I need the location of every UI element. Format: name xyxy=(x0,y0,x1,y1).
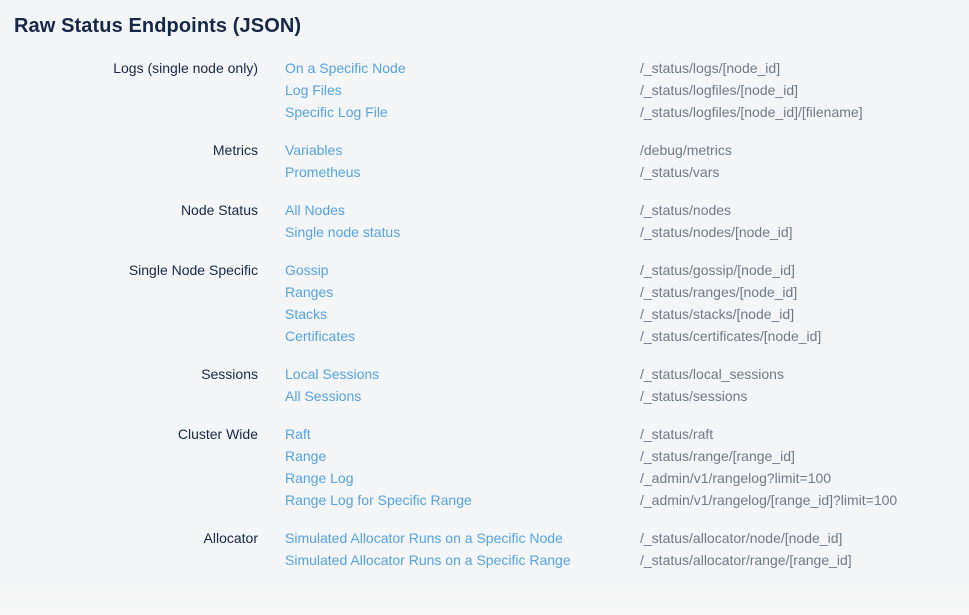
endpoint-path: /_status/gossip/[node_id] xyxy=(640,259,795,281)
endpoint-row: Range Log/_admin/v1/rangelog?limit=100 xyxy=(285,467,969,489)
endpoint-link[interactable]: Certificates xyxy=(285,325,640,347)
endpoint-section: Node Status All Nodes/_status/nodesSingle… xyxy=(0,199,969,243)
page-title: Raw Status Endpoints (JSON) xyxy=(14,12,969,40)
endpoint-link[interactable]: Prometheus xyxy=(285,161,640,183)
endpoint-link[interactable]: Range xyxy=(285,445,640,467)
endpoint-row: Gossip/_status/gossip/[node_id] xyxy=(285,259,969,281)
endpoint-section: Cluster Wide Raft/_status/raftRange/_stat… xyxy=(0,423,969,511)
endpoint-section: Allocator Simulated Allocator Runs on a S… xyxy=(0,527,969,571)
endpoint-path: /_status/range/[range_id] xyxy=(640,445,795,467)
endpoint-path: /debug/metrics xyxy=(640,139,732,161)
endpoint-row: Variables/debug/metrics xyxy=(285,139,969,161)
endpoint-path: /_status/nodes xyxy=(640,199,731,221)
endpoint-link[interactable]: On a Specific Node xyxy=(285,57,640,79)
endpoint-link[interactable]: Simulated Allocator Runs on a Specific N… xyxy=(285,527,640,549)
endpoint-path: /_status/nodes/[node_id] xyxy=(640,221,793,243)
endpoint-link[interactable]: Gossip xyxy=(285,259,640,281)
endpoint-row: Simulated Allocator Runs on a Specific R… xyxy=(285,549,969,571)
endpoint-path: /_status/raft xyxy=(640,423,713,445)
endpoint-path: /_admin/v1/rangelog?limit=100 xyxy=(640,467,831,489)
endpoint-row: Ranges/_status/ranges/[node_id] xyxy=(285,281,969,303)
endpoint-row: Local Sessions/_status/local_sessions xyxy=(285,363,969,385)
section-category: Sessions xyxy=(0,363,258,407)
endpoint-row: All Sessions/_status/sessions xyxy=(285,385,969,407)
endpoint-link[interactable]: Log Files xyxy=(285,79,640,101)
endpoint-row: Specific Log File/_status/logfiles/[node… xyxy=(285,101,969,123)
endpoint-path: /_status/allocator/node/[node_id] xyxy=(640,527,842,549)
section-rows: Local Sessions/_status/local_sessionsAll… xyxy=(285,363,969,407)
section-rows: All Nodes/_status/nodesSingle node statu… xyxy=(285,199,969,243)
section-category: Logs (single node only) xyxy=(0,57,258,123)
endpoint-path: /_status/vars xyxy=(640,161,719,183)
endpoint-row: On a Specific Node/_status/logs/[node_id… xyxy=(285,57,969,79)
endpoint-path: /_status/logfiles/[node_id]/[filename] xyxy=(640,101,863,123)
endpoint-row: Range Log for Specific Range/_admin/v1/r… xyxy=(285,489,969,511)
endpoint-link[interactable]: Specific Log File xyxy=(285,101,640,123)
endpoint-row: Raft/_status/raft xyxy=(285,423,969,445)
endpoint-row: Single node status/_status/nodes/[node_i… xyxy=(285,221,969,243)
endpoint-table: Logs (single node only) On a Specific Nod… xyxy=(0,57,969,571)
endpoint-link[interactable]: Ranges xyxy=(285,281,640,303)
endpoint-link[interactable]: Stacks xyxy=(285,303,640,325)
endpoint-link[interactable]: All Sessions xyxy=(285,385,640,407)
section-rows: On a Specific Node/_status/logs/[node_id… xyxy=(285,57,969,123)
endpoint-section: Sessions Local Sessions/_status/local_ses… xyxy=(0,363,969,407)
endpoint-row: Range/_status/range/[range_id] xyxy=(285,445,969,467)
section-category: Allocator xyxy=(0,527,258,571)
section-category: Metrics xyxy=(0,139,258,183)
endpoint-link[interactable]: Raft xyxy=(285,423,640,445)
section-rows: Gossip/_status/gossip/[node_id]Ranges/_s… xyxy=(285,259,969,347)
section-rows: Variables/debug/metricsPrometheus/_statu… xyxy=(285,139,969,183)
endpoint-link[interactable]: Single node status xyxy=(285,221,640,243)
endpoint-path: /_status/logs/[node_id] xyxy=(640,57,780,79)
endpoint-path: /_admin/v1/rangelog/[range_id]?limit=100 xyxy=(640,489,897,511)
endpoint-row: Simulated Allocator Runs on a Specific N… xyxy=(285,527,969,549)
endpoint-row: Certificates/_status/certificates/[node_… xyxy=(285,325,969,347)
endpoint-row: Prometheus/_status/vars xyxy=(285,161,969,183)
endpoint-link[interactable]: Simulated Allocator Runs on a Specific R… xyxy=(285,549,640,571)
endpoint-row: Stacks/_status/stacks/[node_id] xyxy=(285,303,969,325)
endpoint-link[interactable]: Range Log xyxy=(285,467,640,489)
endpoint-path: /_status/certificates/[node_id] xyxy=(640,325,821,347)
endpoint-link[interactable]: Local Sessions xyxy=(285,363,640,385)
section-category: Single Node Specific xyxy=(0,259,258,347)
endpoint-section: Single Node Specific Gossip/_status/gossi… xyxy=(0,259,969,347)
debug-endpoints-page: Raw Status Endpoints (JSON) Logs (single… xyxy=(0,12,969,571)
section-category: Node Status xyxy=(0,199,258,243)
section-rows: Raft/_status/raftRange/_status/range/[ra… xyxy=(285,423,969,511)
endpoint-path: /_status/stacks/[node_id] xyxy=(640,303,794,325)
endpoint-link[interactable]: All Nodes xyxy=(285,199,640,221)
endpoint-section: Logs (single node only) On a Specific Nod… xyxy=(0,57,969,123)
endpoint-path: /_status/local_sessions xyxy=(640,363,784,385)
endpoint-path: /_status/ranges/[node_id] xyxy=(640,281,797,303)
endpoint-section: Metrics Variables/debug/metricsPrometheus… xyxy=(0,139,969,183)
endpoint-path: /_status/allocator/range/[range_id] xyxy=(640,549,852,571)
section-rows: Simulated Allocator Runs on a Specific N… xyxy=(285,527,969,571)
endpoint-path: /_status/sessions xyxy=(640,385,747,407)
section-category: Cluster Wide xyxy=(0,423,258,511)
endpoint-row: Log Files/_status/logfiles/[node_id] xyxy=(285,79,969,101)
endpoint-path: /_status/logfiles/[node_id] xyxy=(640,79,798,101)
endpoint-row: All Nodes/_status/nodes xyxy=(285,199,969,221)
endpoint-link[interactable]: Range Log for Specific Range xyxy=(285,489,640,511)
endpoint-link[interactable]: Variables xyxy=(285,139,640,161)
